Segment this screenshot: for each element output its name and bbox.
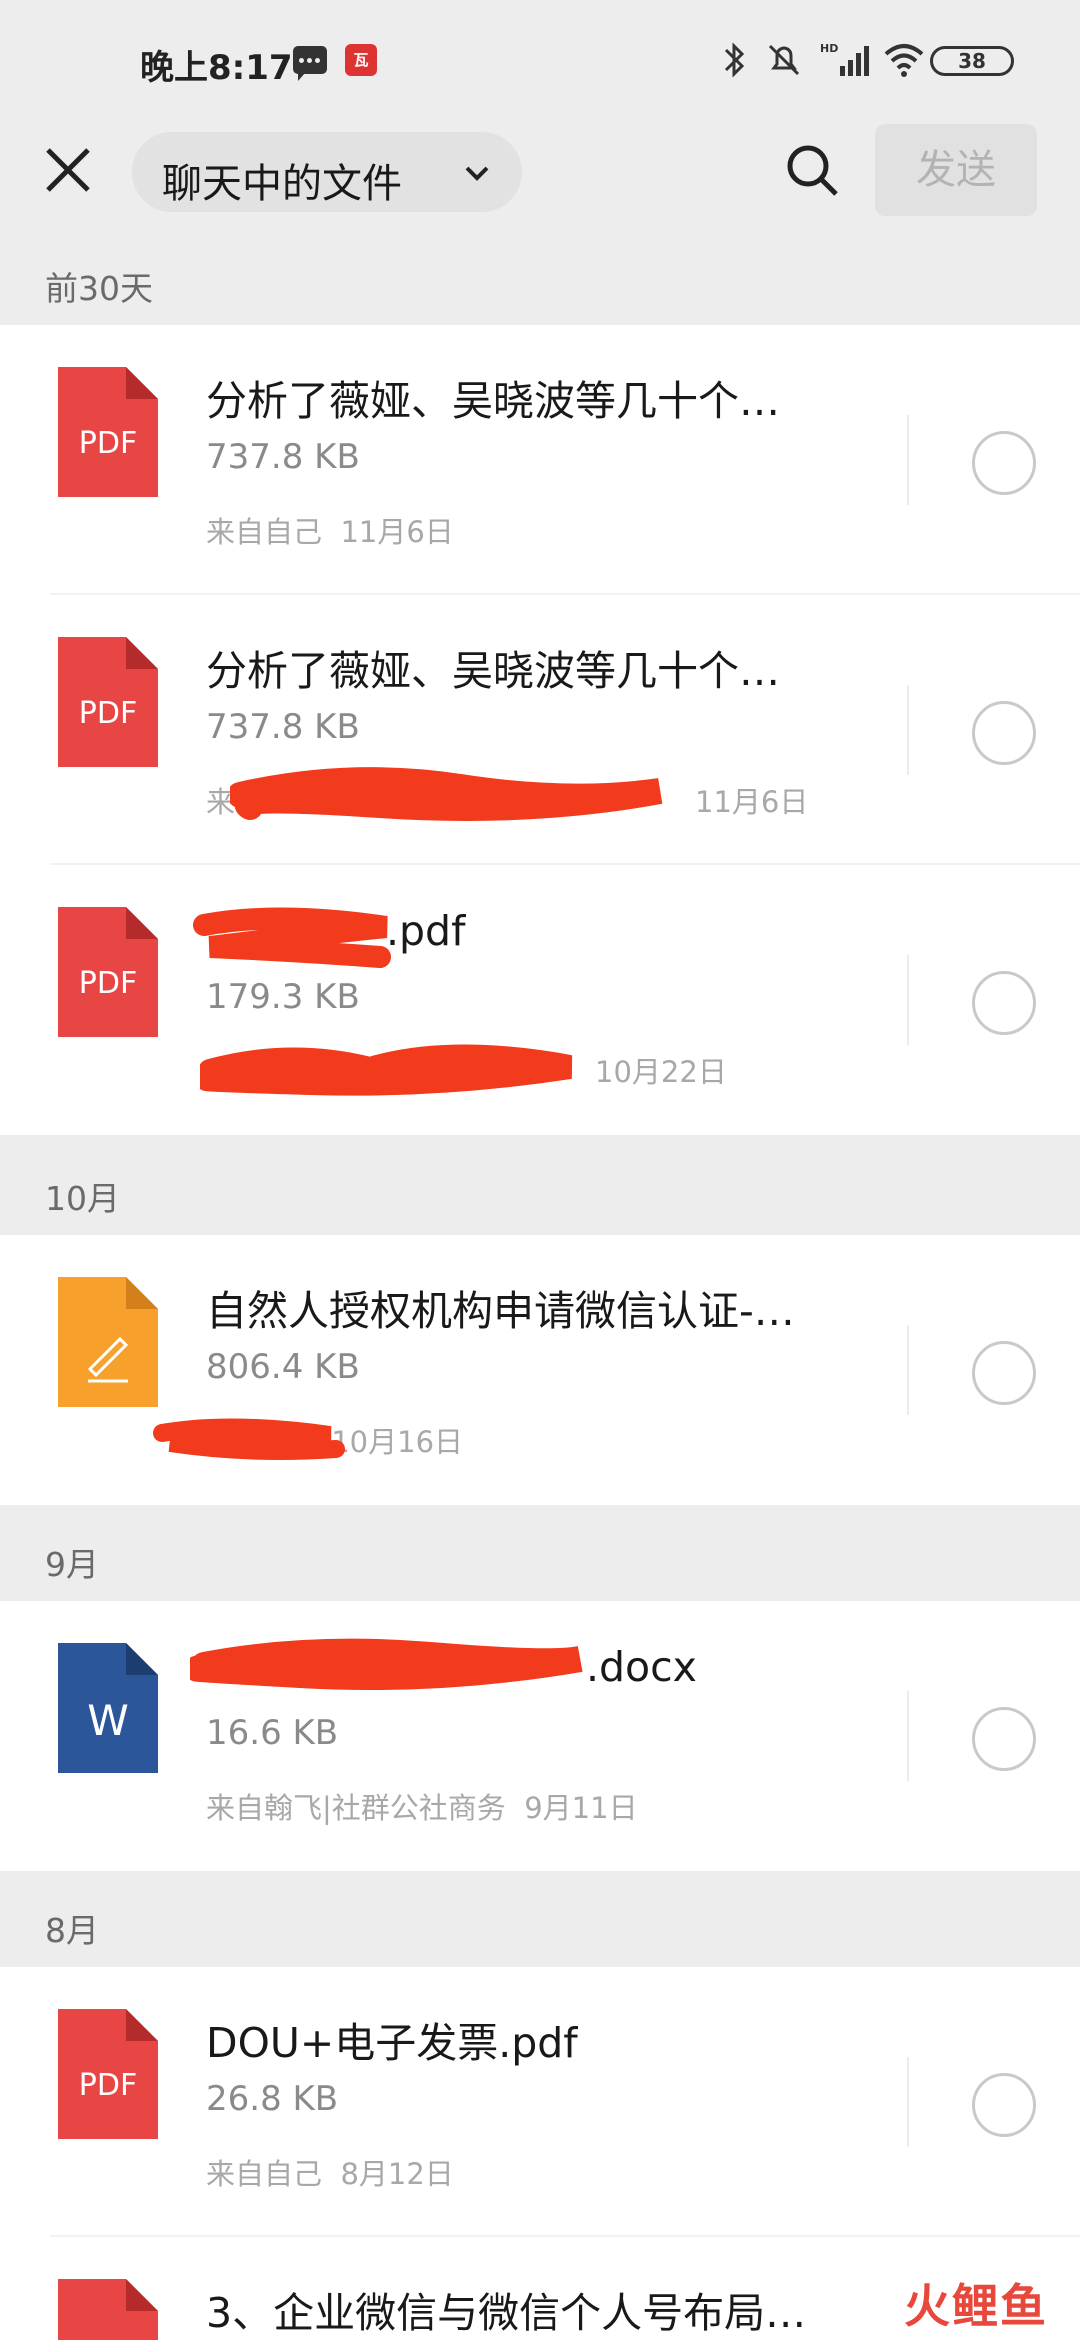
file-size: 179.3 KB — [206, 977, 360, 1017]
bluetooth-icon — [724, 42, 745, 78]
redaction-scribble — [190, 1638, 583, 1690]
file-item[interactable]: PDF DOU+电子发票.pdf 26.8 KB 来自自己 8月12日 — [0, 1967, 1080, 2237]
select-radio[interactable] — [972, 1341, 1036, 1405]
search-button[interactable] — [780, 138, 844, 202]
close-button[interactable] — [38, 140, 98, 200]
file-name: 自然人授权机构申请微信认证-… — [206, 1287, 795, 1335]
file-filter-dropdown[interactable]: 聊天中的文件 — [132, 132, 522, 212]
file-source: 来自自己 8月12日 — [206, 2157, 454, 2191]
select-radio[interactable] — [972, 701, 1036, 765]
page-file-icon — [58, 1277, 158, 1407]
file-size: 737.8 KB — [206, 437, 360, 477]
redaction-scribble — [200, 1044, 573, 1096]
section-label-september: 9月 — [45, 1545, 99, 1584]
battery-icon: 38 — [930, 46, 1014, 76]
send-button[interactable]: 发送 — [875, 124, 1037, 216]
file-name: .docx — [586, 1643, 697, 1691]
file-size: 26.8 KB — [206, 2079, 339, 2119]
pdf-file-icon: PDF — [58, 637, 158, 767]
status-bar: 晚上8:17 瓦 HD 38 — [0, 0, 1080, 120]
signal-icon: HD — [820, 42, 869, 76]
status-time: 晚上8:17 — [140, 48, 293, 88]
section-label-october: 10月 — [45, 1179, 120, 1218]
file-source: 来自自己 11月6日 — [206, 515, 454, 549]
redaction-scribble — [230, 767, 663, 821]
file-name: 3、企业微信与微信个人号布局… — [206, 2289, 807, 2337]
close-icon — [46, 148, 90, 192]
word-file-icon: W — [58, 1643, 158, 1773]
file-list-recent: PDF 分析了薇娅、吴晓波等几十个… 737.8 KB 来自自己 11月6日 P… — [0, 325, 1080, 1135]
top-bar: 聊天中的文件 发送 — [0, 120, 1080, 220]
file-item[interactable]: PDF 分析了薇娅、吴晓波等几十个… 737.8 KB 来自自己 11月6日 — [0, 325, 1080, 595]
select-radio[interactable] — [972, 431, 1036, 495]
pdf-file-icon: PDF — [58, 2009, 158, 2139]
message-notification-icon — [293, 46, 327, 81]
pdf-file-icon: PDF — [58, 367, 158, 497]
file-size: 806.4 KB — [206, 1347, 360, 1387]
word-icon-label: W — [87, 1696, 129, 1745]
pdf-file-icon: PDF — [58, 907, 158, 1037]
file-size: 737.8 KB — [206, 707, 360, 747]
file-item[interactable]: PDF .pdf 179.3 KB 来 10月22日 — [0, 865, 1080, 1135]
search-icon — [787, 145, 838, 196]
file-item[interactable]: PDF 分析了薇娅、吴晓波等几十个… 737.8 KB 来 11月6日 — [0, 595, 1080, 865]
file-name: 分析了薇娅、吴晓波等几十个… — [206, 647, 780, 695]
section-label-august: 8月 — [45, 1911, 99, 1950]
file-name: DOU+电子发票.pdf — [206, 2019, 578, 2067]
file-list-october: 自然人授权机构申请微信认证-… 806.4 KB k 10月16日 — [0, 1235, 1080, 1505]
pdf-icon-label: PDF — [79, 426, 137, 461]
pdf-icon-label: PDF — [79, 696, 137, 731]
mute-icon — [768, 44, 800, 76]
redaction-scribble — [193, 907, 391, 968]
pdf-file-icon — [58, 2279, 158, 2340]
select-radio[interactable] — [972, 2073, 1036, 2137]
status-icons: HD 38 — [720, 36, 1080, 84]
file-source: 来自翰飞|社群公社商务 9月11日 — [206, 1791, 638, 1825]
file-item[interactable]: W .docx 16.6 KB 来自翰飞|社群公社商务 9月11日 — [0, 1601, 1080, 1871]
select-radio[interactable] — [972, 971, 1036, 1035]
page-title: 聊天中的文件 — [162, 161, 402, 207]
section-label-recent: 前30天 — [45, 269, 153, 308]
chevron-down-icon — [465, 166, 489, 181]
file-list-september: W .docx 16.6 KB 来自翰飞|社群公社商务 9月11日 — [0, 1601, 1080, 1871]
pdf-icon-label: PDF — [79, 2068, 137, 2103]
select-radio[interactable] — [972, 1707, 1036, 1771]
app-notification-icon: 瓦 — [345, 44, 377, 76]
file-name: 分析了薇娅、吴晓波等几十个… — [206, 377, 780, 425]
file-size: 16.6 KB — [206, 1713, 339, 1753]
file-item[interactable]: 自然人授权机构申请微信认证-… 806.4 KB k 10月16日 — [0, 1235, 1080, 1505]
svg-text:HD: HD — [820, 42, 838, 55]
watermark-logo: 火鲤鱼 — [904, 2279, 1048, 2333]
redaction-scribble — [153, 1418, 345, 1460]
wifi-icon — [884, 44, 924, 77]
pdf-icon-label: PDF — [79, 966, 137, 1001]
